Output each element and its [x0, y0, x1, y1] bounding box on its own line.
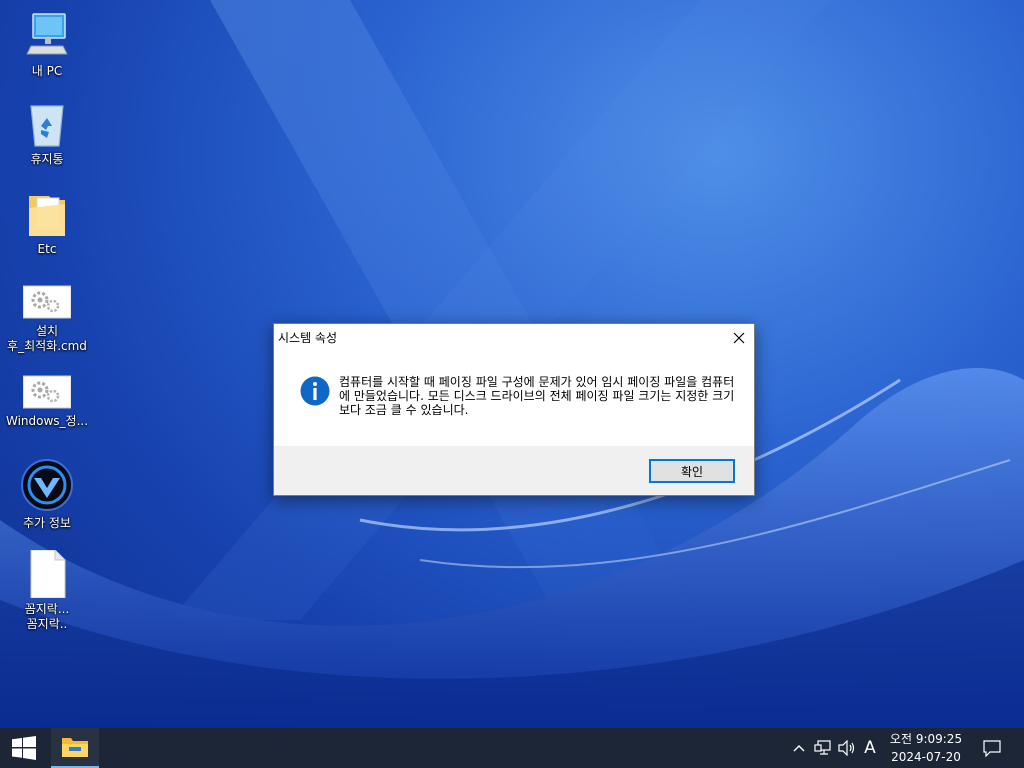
desktop-icon-etc-folder[interactable]: Etc	[4, 190, 90, 257]
recycle-bin-icon	[23, 100, 71, 148]
desktop-icon-my-pc[interactable]: 내 PC	[4, 12, 90, 79]
desktop-icon-text-file[interactable]: 꼼지락... 꼼지락..	[4, 549, 90, 632]
desktop-icon-windows-script[interactable]: Windows_정...	[4, 374, 90, 429]
start-button[interactable]	[0, 728, 48, 768]
information-icon	[300, 376, 330, 406]
taskbar-clock[interactable]: 오전 9:09:25 2024-07-20	[882, 730, 970, 766]
dialog-footer: 확인	[274, 446, 754, 495]
desktop-icon-label: 휴지통	[30, 152, 64, 166]
action-center-button[interactable]	[976, 728, 1008, 768]
settings-script-icon	[22, 374, 72, 410]
network-icon	[814, 740, 831, 755]
system-properties-dialog: 시스템 속성 컴퓨터를 시작할 때 페이징 파일 구성에 문제가 있어 임시 페…	[273, 323, 755, 496]
network-status-button[interactable]	[812, 728, 834, 768]
input-method-indicator[interactable]: A	[860, 728, 880, 768]
desktop-icon-label: Etc	[37, 242, 57, 256]
desktop-icon-label: 추가 정보	[23, 516, 71, 530]
info-app-icon	[20, 458, 74, 512]
taskbar-file-explorer[interactable]	[51, 728, 99, 768]
computer-icon	[23, 12, 71, 60]
desktop-icon-label: Windows_정...	[5, 414, 89, 428]
desktop-icon-label: 설치 후_최적화.cmd	[7, 324, 87, 353]
volume-button[interactable]	[836, 728, 858, 768]
notification-icon	[983, 740, 1001, 757]
settings-script-icon	[22, 284, 72, 320]
dialog-close-button[interactable]	[724, 324, 754, 351]
clock-date: 2024-07-20	[891, 750, 961, 764]
desktop-icon-setup-cmd[interactable]: 설치 후_최적화.cmd	[4, 284, 90, 354]
speaker-icon	[838, 740, 855, 756]
desktop-icon-label: 꼼지락... 꼼지락..	[24, 602, 70, 631]
folder-icon	[62, 738, 88, 757]
show-hidden-icons-button[interactable]	[789, 728, 809, 768]
chevron-up-icon	[793, 745, 805, 752]
dialog-message: 컴퓨터를 시작할 때 페이징 파일 구성에 문제가 있어 임시 페이징 파일을 …	[339, 375, 735, 417]
desktop-icon-more-info[interactable]: 추가 정보	[4, 458, 90, 531]
dialog-title: 시스템 속성	[278, 331, 338, 345]
desktop-icon-label: 내 PC	[31, 64, 63, 78]
clock-time: 오전 9:09:25	[889, 732, 963, 746]
file-icon	[23, 549, 71, 599]
close-icon	[733, 332, 745, 343]
folder-icon	[23, 190, 71, 238]
taskbar: A 오전 9:09:25 2024-07-20	[0, 728, 1024, 768]
desktop-icon-recycle-bin[interactable]: 휴지통	[4, 100, 90, 167]
ok-button[interactable]: 확인	[649, 459, 735, 483]
windows-logo-icon	[12, 736, 36, 760]
